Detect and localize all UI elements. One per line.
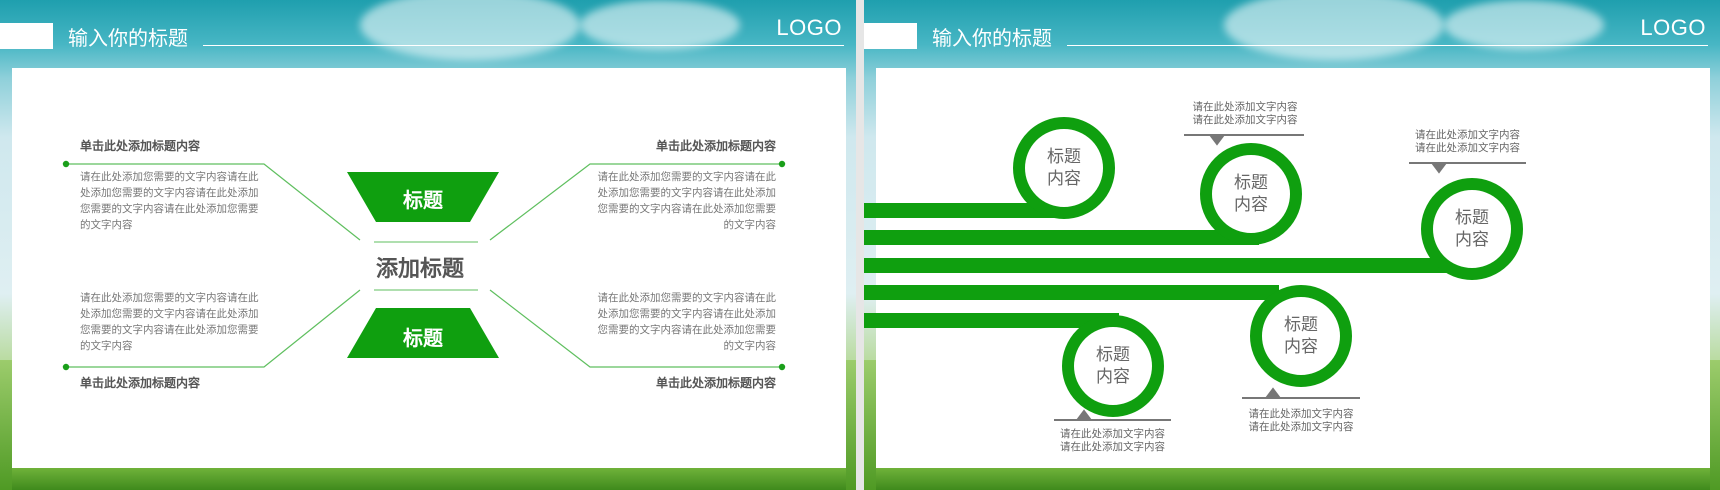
connector-dot	[778, 160, 786, 168]
body-top-left: 请在此处添加您需要的文字内容请在此处添加您需要的文字内容请在此处添加您需要的文字…	[80, 171, 259, 231]
circle-label-3: 标题 内容	[1437, 207, 1507, 251]
note-line: 请在此处添加文字内容	[1415, 142, 1520, 154]
grass-strip	[0, 468, 856, 490]
note-3: 请在此处添加文字内容 请在此处添加文字内容	[1242, 408, 1360, 434]
circle-label-line: 内容	[1047, 169, 1081, 189]
trapezoid-top-label-box: 标题	[347, 172, 499, 222]
note-pointer-3	[1265, 387, 1281, 398]
trapezoid-top-label: 标题	[403, 188, 443, 212]
stem-bar-2	[864, 230, 1259, 245]
circle-label-line: 内容	[1234, 195, 1268, 215]
trapezoid-bottom-label: 标题	[403, 326, 443, 350]
note-pointer-4	[1076, 409, 1092, 420]
body-bottom-right: 请在此处添加您需要的文字内容请在此处添加您需要的文字内容请在此处添加您需要的文字…	[597, 292, 777, 352]
stem-bar-5	[864, 313, 1119, 328]
note-line: 请在此处添加文字内容	[1192, 101, 1298, 113]
note-2: 请在此处添加文字内容 请在此处添加文字内容	[1409, 129, 1526, 155]
note-line: 请在此处添加文字内容	[1248, 408, 1354, 420]
note-line: 请在此处添加文字内容	[1192, 114, 1298, 126]
body-bottom-left: 请在此处添加您需要的文字内容请在此处添加您需要的文字内容请在此处添加您需要的文字…	[80, 292, 259, 352]
circle-label-line: 内容	[1455, 230, 1489, 250]
grass-side	[864, 360, 876, 490]
circle-label-1: 标题 内容	[1029, 146, 1099, 190]
note-1: 请在此处添加文字内容 请在此处添加文字内容	[1186, 101, 1304, 127]
circle-label-line: 标题	[1284, 315, 1318, 335]
note-line: 请在此处添加文字内容	[1060, 428, 1165, 440]
heading-bottom-right: 单击此处添加标题内容	[655, 376, 776, 390]
note-4: 请在此处添加文字内容 请在此处添加文字内容	[1054, 428, 1171, 454]
circle-label-line: 内容	[1284, 337, 1318, 357]
stem-bar-3	[864, 258, 1476, 273]
circle-label-line: 标题	[1047, 147, 1081, 167]
circle-label-4: 标题 内容	[1266, 314, 1336, 358]
circle-label-line: 内容	[1096, 367, 1130, 387]
center-title: 添加标题	[376, 257, 465, 282]
circle-label-line: 标题	[1455, 208, 1489, 228]
note-pointer-1	[1209, 135, 1225, 146]
note-pointer-2	[1431, 163, 1447, 174]
connector-dot	[62, 160, 70, 168]
note-line: 请在此处添加文字内容	[1060, 441, 1165, 453]
slide-left: 输入你的标题 LOGO 标题 标题 添加标题 单击此处添加标题内容 请在此处添加…	[0, 0, 856, 490]
circle-label-line: 标题	[1096, 345, 1130, 365]
circle-label-line: 标题	[1234, 173, 1268, 193]
note-line: 请在此处添加文字内容	[1248, 421, 1354, 433]
heading-top-right: 单击此处添加标题内容	[655, 139, 776, 153]
connector-dot	[62, 363, 70, 371]
grass-strip	[864, 468, 1720, 490]
heading-bottom-left: 单击此处添加标题内容	[80, 376, 201, 390]
body-top-right: 请在此处添加您需要的文字内容请在此处添加您需要的文字内容请在此处添加您需要的文字…	[597, 171, 777, 231]
connector-dot	[778, 363, 786, 371]
note-line: 请在此处添加文字内容	[1415, 129, 1520, 141]
circle-label-2: 标题 内容	[1216, 172, 1286, 216]
circle-label-5: 标题 内容	[1078, 344, 1148, 388]
grass-side	[846, 360, 856, 490]
slide-right: 输入你的标题 LOGO 标题 内容 标题 内容 标题 内容 标题 内容 标题 内…	[864, 0, 1720, 490]
grass-side	[0, 360, 12, 490]
grass-side	[1710, 360, 1720, 490]
connector-lines	[62, 160, 786, 371]
stem-bar-4	[864, 285, 1279, 300]
trapezoid-bottom-label-box: 标题	[347, 308, 499, 358]
heading-top-left: 单击此处添加标题内容	[80, 139, 201, 153]
